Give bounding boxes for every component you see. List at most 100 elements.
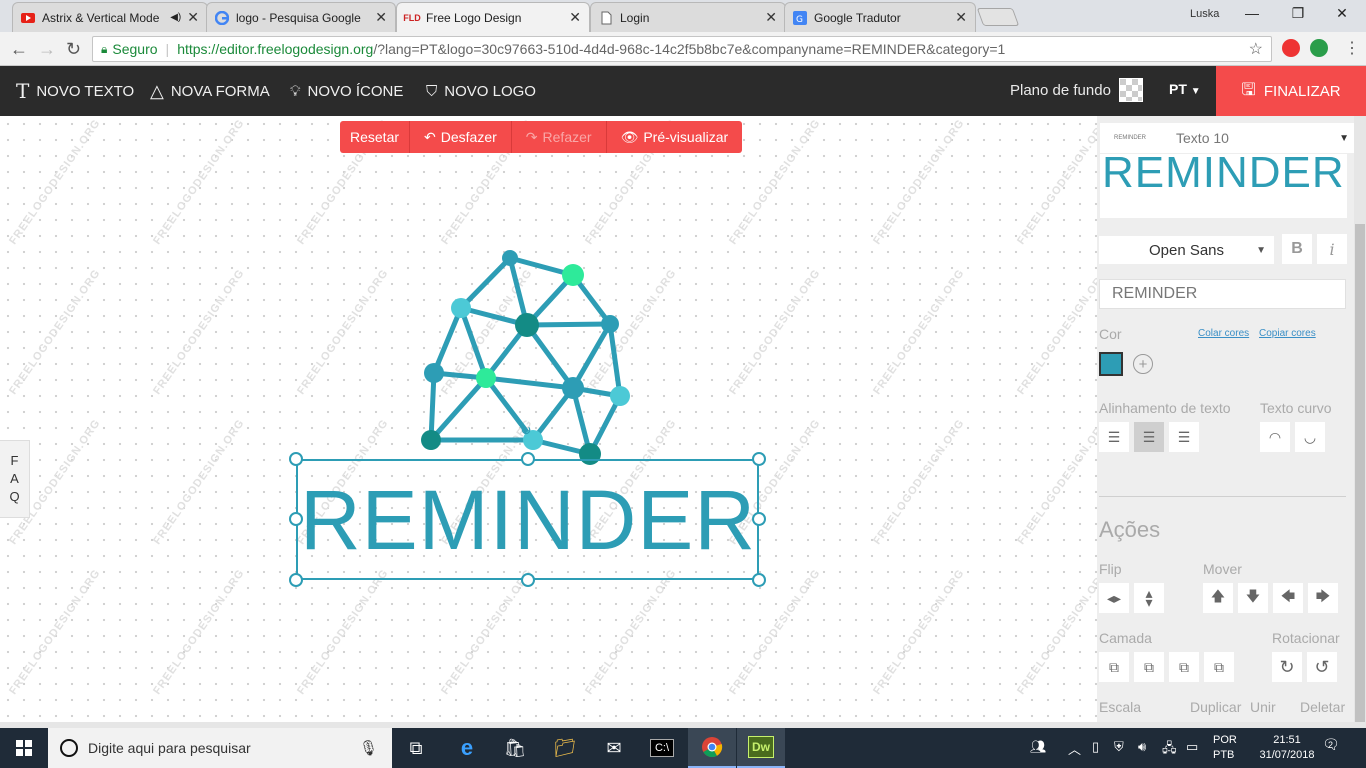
bring-forward-button[interactable]: ⧉ <box>1134 652 1164 682</box>
close-tab-icon[interactable]: ✕ <box>375 9 387 26</box>
browser-toolbar: ← → ↻ 🔒︎ Seguro | https://editor.freelog… <box>0 32 1366 66</box>
terminal-icon[interactable]: C:\ <box>638 728 686 768</box>
flip-vertical-button[interactable]: ▴ ▾ <box>1134 583 1164 613</box>
tab-free-logo-design[interactable]: FLD Free Logo Design ✕ <box>396 2 590 32</box>
bookmark-star-icon[interactable]: ☆ <box>1249 39 1263 59</box>
move-up-button[interactable]: 🡅 <box>1203 583 1233 613</box>
align-left-button[interactable]: ☰ <box>1099 422 1129 452</box>
finalize-button[interactable]: 🖫︎ FINALIZAR <box>1216 66 1366 116</box>
resize-handle[interactable] <box>289 512 303 526</box>
tab-google-search[interactable]: logo - Pesquisa Google ✕ <box>206 2 396 32</box>
resize-handle[interactable] <box>521 452 535 466</box>
new-tab-button[interactable] <box>976 8 1020 26</box>
resize-handle[interactable] <box>521 573 535 587</box>
italic-button[interactable]: i <box>1317 234 1347 264</box>
move-left-button[interactable]: 🡄 <box>1273 583 1303 613</box>
extension-icon[interactable] <box>1310 39 1328 57</box>
move-down-button[interactable]: 🡇 <box>1238 583 1268 613</box>
language-select[interactable]: PT ▼ <box>1169 81 1201 97</box>
move-right-button[interactable]: 🡆 <box>1308 583 1338 613</box>
volume-icon[interactable]: 🔊︎ <box>1138 739 1146 755</box>
chevron-down-icon: ▼ <box>1256 244 1266 256</box>
lang-line2: PTB <box>1213 749 1235 761</box>
resize-handle[interactable] <box>752 512 766 526</box>
forward-icon[interactable]: → <box>38 39 56 60</box>
curve-up-button[interactable]: ◠ <box>1260 422 1290 452</box>
back-icon[interactable]: ← <box>10 39 28 60</box>
align-right-button[interactable]: ☰ <box>1169 422 1199 452</box>
flip-horizontal-button[interactable]: ◂▸ <box>1099 583 1129 613</box>
close-tab-icon[interactable]: ✕ <box>569 9 581 26</box>
bring-to-front-button[interactable]: ⧉ <box>1099 652 1129 682</box>
clock[interactable]: 21:51 31/07/2018 <box>1256 733 1318 763</box>
send-to-back-button[interactable]: ⧉ <box>1204 652 1234 682</box>
curve-down-button[interactable]: ◡ <box>1295 422 1325 452</box>
task-view-icon[interactable]: ⧉ <box>392 728 440 768</box>
bold-button[interactable]: B <box>1282 234 1312 264</box>
editor-top-bar: T NOVO TEXTO △ NOVA FORMA 💡︎ NOVO ÍCONE … <box>0 66 1366 116</box>
input-language[interactable]: POR PTB <box>1213 733 1237 763</box>
rotate-handle-icon[interactable]: ↻ <box>520 422 532 439</box>
tab-google-translate[interactable]: G Google Tradutor ✕ <box>784 2 976 32</box>
edge-icon[interactable]: e <box>443 728 491 768</box>
resize-handle[interactable] <box>752 452 766 466</box>
selection-box[interactable] <box>296 459 759 580</box>
layer-select[interactable]: REMINDER Texto 10 ▼ <box>1100 123 1354 153</box>
new-text-button[interactable]: T NOVO TEXTO <box>16 66 134 116</box>
menu-icon[interactable]: ⋮ <box>1344 38 1360 58</box>
rotate-right-button[interactable]: ↻ <box>1272 652 1302 682</box>
chrome-icon[interactable] <box>688 728 736 768</box>
paste-colors-link[interactable]: Colar cores <box>1198 328 1249 339</box>
restore-icon[interactable]: ❐ <box>1280 5 1316 22</box>
resize-handle[interactable] <box>752 573 766 587</box>
resize-handle[interactable] <box>289 452 303 466</box>
italic-label: i <box>1329 239 1335 259</box>
profile-name[interactable]: Luska <box>1190 8 1219 20</box>
copy-colors-link[interactable]: Copiar cores <box>1259 328 1316 339</box>
panel-scrollbar-thumb[interactable] <box>1355 224 1365 722</box>
new-icon-button[interactable]: 💡︎ NOVO ÍCONE <box>290 66 403 116</box>
rotate-left-button[interactable]: ↺ <box>1307 652 1337 682</box>
usb-icon[interactable]: ▯ <box>1092 739 1099 755</box>
resize-handle[interactable] <box>289 573 303 587</box>
extension-icon[interactable] <box>1282 39 1300 57</box>
text-content-input[interactable] <box>1099 279 1346 309</box>
reload-icon[interactable]: ↻ <box>66 39 81 60</box>
start-button[interactable] <box>0 728 48 768</box>
minimize-icon[interactable]: — <box>1234 5 1270 21</box>
new-shape-button[interactable]: △ NOVA FORMA <box>150 66 270 116</box>
lock-icon: 🔒︎ <box>101 41 108 56</box>
file-explorer-icon[interactable]: 📁︎ <box>541 728 589 768</box>
taskbar-search[interactable]: Digite aqui para pesquisar 🎙︎ <box>48 728 392 768</box>
network-icon[interactable]: 🖧︎ <box>1162 739 1177 761</box>
new-logo-button[interactable]: ⛉ NOVO LOGO <box>426 66 536 116</box>
display-icon[interactable]: ▭ <box>1186 739 1198 755</box>
close-tab-icon[interactable]: ✕ <box>765 9 777 26</box>
close-window-icon[interactable]: ✕ <box>1324 5 1360 22</box>
send-backward-button[interactable]: ⧉ <box>1169 652 1199 682</box>
tab-login[interactable]: Login ✕ <box>590 2 786 32</box>
background-color-swatch[interactable] <box>1119 78 1143 102</box>
finalize-label: FINALIZAR <box>1263 82 1341 100</box>
microphone-icon[interactable]: 🎙︎ <box>359 739 378 757</box>
curved-text-label: Texto curvo <box>1260 400 1332 416</box>
new-icon-label: NOVO ÍCONE <box>307 82 404 100</box>
address-bar[interactable]: 🔒︎ Seguro | https://editor.freelogodesig… <box>92 36 1272 62</box>
store-icon[interactable]: 🛍︎ <box>491 728 539 768</box>
security-icon[interactable]: ⛨ <box>1114 739 1124 755</box>
tray-expand-icon[interactable]: ︿ <box>1068 739 1081 758</box>
close-tab-icon[interactable]: ✕ <box>955 9 967 26</box>
add-color-icon[interactable]: + <box>1133 354 1153 374</box>
mail-icon[interactable]: ✉ <box>590 728 638 768</box>
people-icon[interactable]: 👥︎ <box>1030 739 1047 755</box>
align-center-button[interactable]: ☰ <box>1134 422 1164 452</box>
font-select[interactable]: Open Sans ▼ <box>1099 236 1274 264</box>
notifications-button[interactable]: 🗨︎ 2 <box>1322 736 1340 753</box>
close-tab-icon[interactable]: ✕ <box>187 9 199 26</box>
network-logo-icon[interactable] <box>0 116 1097 722</box>
design-canvas[interactable]: FREELOGODESIGN.ORG FREELOGODESIGN.ORG FREE… <box>0 116 1097 722</box>
text-color-swatch[interactable] <box>1099 352 1123 376</box>
tab-youtube[interactable]: Astrix & Vertical Mode ◀) ✕ <box>12 2 208 32</box>
properties-panel: REMINDER Texto 10 ▼ REMINDER Open Sans ▼… <box>1097 116 1354 722</box>
dreamweaver-icon[interactable]: Dw <box>737 728 785 768</box>
